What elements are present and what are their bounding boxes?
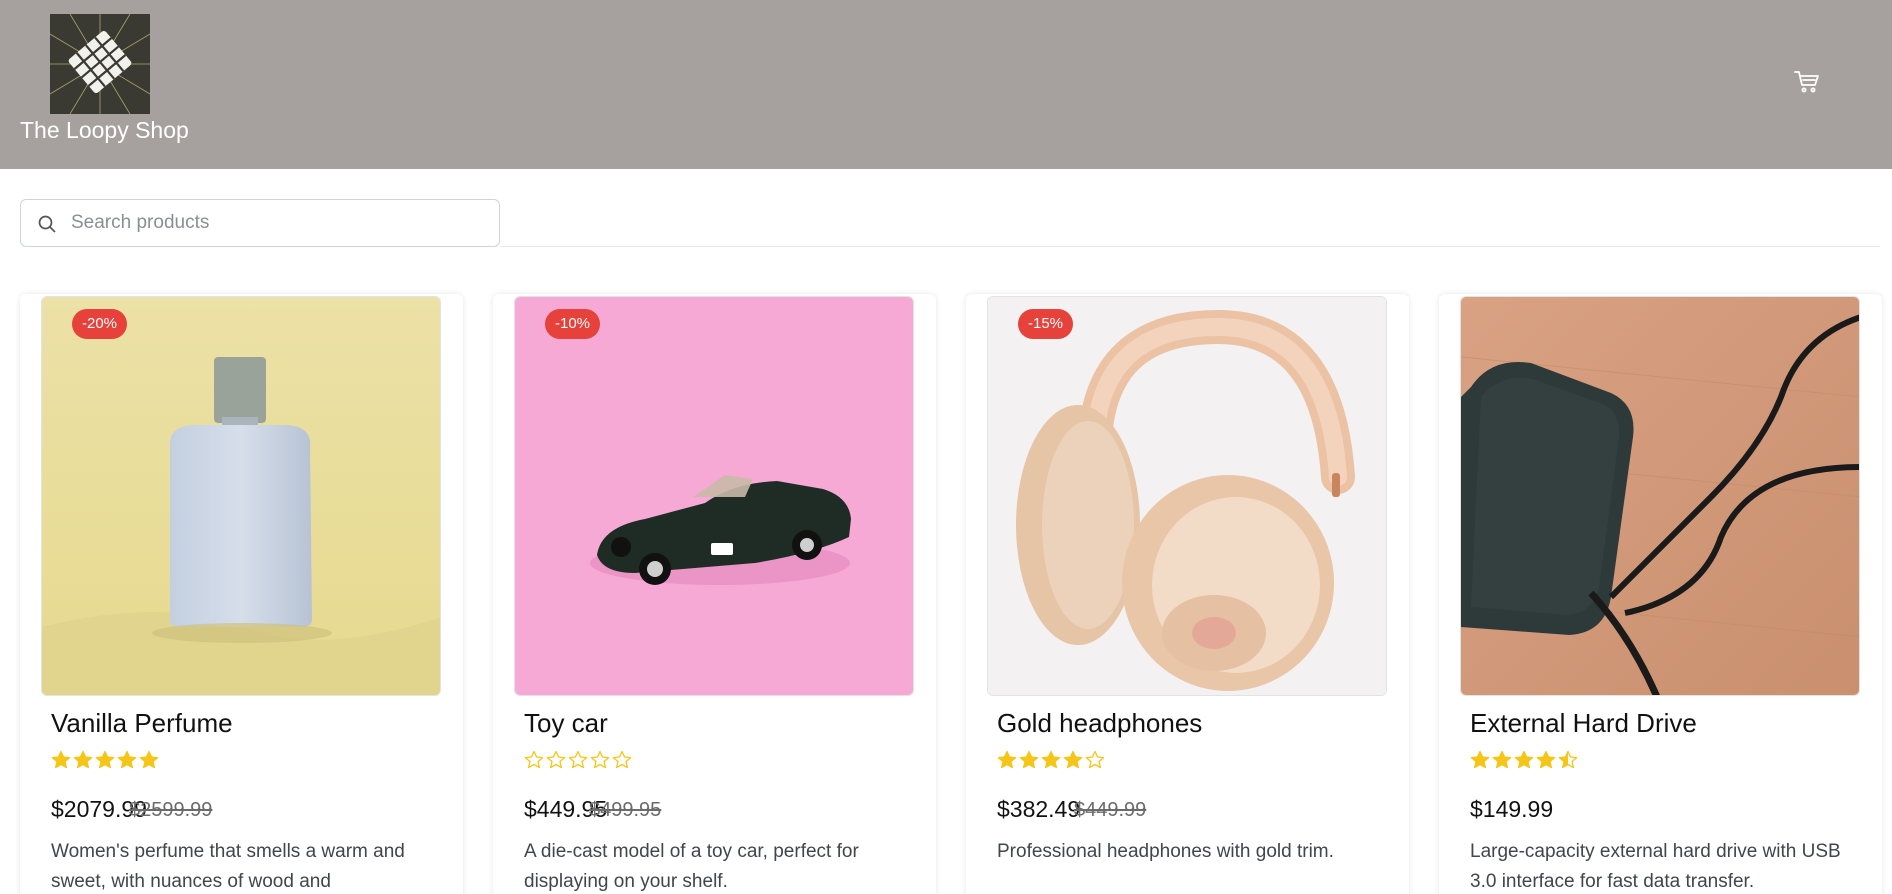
discount-badge: -10% [545, 309, 601, 339]
product-image[interactable]: -20% [41, 296, 441, 696]
star-empty-icon [612, 750, 632, 770]
product-card[interactable]: -15% Gold headphones $382.49 $449.99 Pro… [966, 294, 1409, 894]
shopping-cart-icon[interactable] [1794, 70, 1820, 94]
star-half-icon [1558, 750, 1578, 770]
product-title[interactable]: Vanilla Perfume [51, 708, 233, 739]
star-filled-icon [1063, 750, 1083, 770]
site-header: The Loopy Shop [0, 0, 1892, 169]
star-filled-icon [117, 750, 137, 770]
product-image[interactable]: -15% [987, 296, 1387, 696]
discount-badge: -20% [72, 309, 128, 339]
star-filled-icon [1470, 750, 1490, 770]
product-title[interactable]: External Hard Drive [1470, 708, 1697, 739]
product-description: A die-cast model of a toy car, perfect f… [524, 841, 859, 892]
brand-name[interactable]: The Loopy Shop [20, 117, 189, 144]
star-empty-icon [590, 750, 610, 770]
product-grid: -20% Vanilla Perfume $2079.99 $2599.99 W… [20, 294, 1892, 894]
star-rating [51, 750, 159, 772]
product-description: Women's perfume that smells a warm and s… [51, 841, 405, 892]
product-card[interactable]: -20% Vanilla Perfume $2079.99 $2599.99 W… [20, 294, 463, 894]
star-rating [524, 750, 632, 772]
product-card[interactable]: External Hard Drive $149.99 Large-capaci… [1439, 294, 1882, 894]
search-input[interactable] [71, 208, 491, 238]
product-image[interactable]: -10% [514, 296, 914, 696]
product-title[interactable]: Toy car [524, 708, 608, 739]
star-filled-icon [73, 750, 93, 770]
star-rating [1470, 750, 1578, 772]
star-filled-icon [1536, 750, 1556, 770]
discount-badge: -15% [1018, 309, 1074, 339]
product-description: Professional headphones with gold trim. [997, 841, 1334, 862]
star-filled-icon [1041, 750, 1061, 770]
original-price: $449.99 [1074, 799, 1147, 821]
star-filled-icon [1492, 750, 1512, 770]
product-image[interactable] [1460, 296, 1860, 696]
star-filled-icon [51, 750, 71, 770]
logo-image[interactable] [50, 14, 150, 114]
star-empty-icon [1085, 750, 1105, 770]
original-price: $2599.99 [129, 799, 213, 821]
product-price: $382.49 [997, 796, 1081, 822]
star-empty-icon [546, 750, 566, 770]
star-filled-icon [95, 750, 115, 770]
star-rating [997, 750, 1105, 772]
star-filled-icon [1514, 750, 1534, 770]
star-empty-icon [524, 750, 544, 770]
star-filled-icon [139, 750, 159, 770]
search-divider [500, 246, 1880, 247]
star-filled-icon [1019, 750, 1039, 770]
star-filled-icon [997, 750, 1017, 770]
star-empty-icon [568, 750, 588, 770]
product-description: Large-capacity external hard drive with … [1470, 841, 1841, 892]
product-card[interactable]: -10% Toy car $449.95 $499.95 A die-cast … [493, 294, 936, 894]
search-icon [37, 214, 57, 234]
product-price: $149.99 [1470, 796, 1554, 822]
search-box[interactable] [20, 199, 500, 247]
product-title[interactable]: Gold headphones [997, 708, 1202, 739]
original-price: $499.95 [589, 799, 662, 821]
